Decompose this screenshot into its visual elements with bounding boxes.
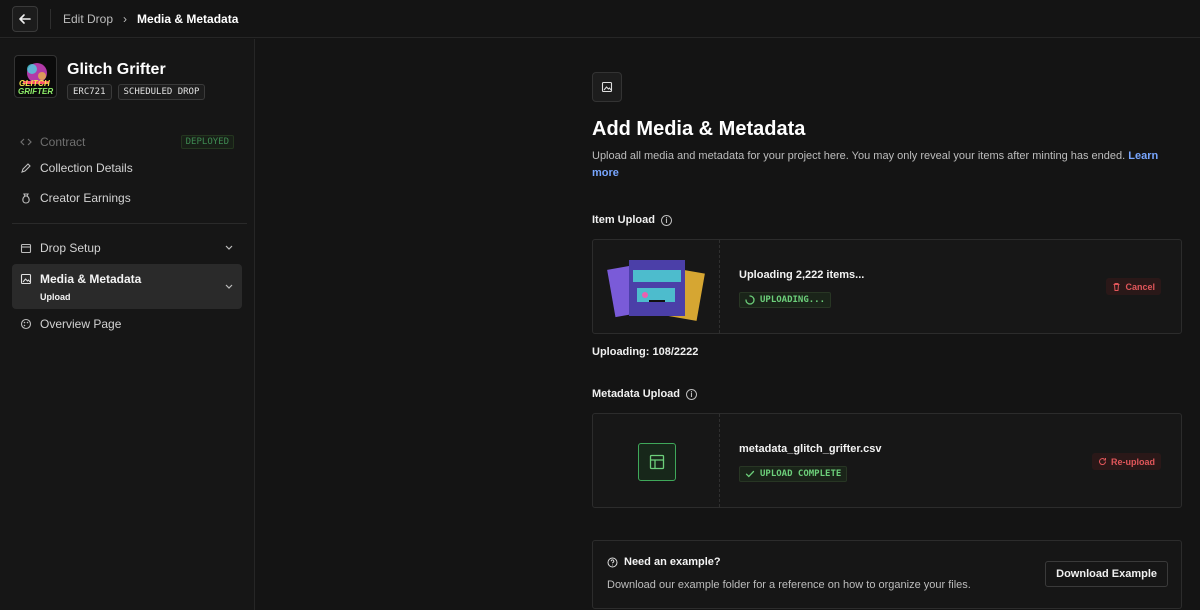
metadata-upload-label: Metadata Upload i [592, 388, 698, 400]
metadata-upload-card: metadata_glitch_grifter.csv UPLOAD COMPL… [592, 413, 1182, 508]
example-title-text: Need an example? [624, 556, 721, 568]
status-text: UPLOADING... [760, 295, 826, 305]
chevron-down-icon [224, 242, 234, 255]
cancel-label: Cancel [1125, 281, 1155, 292]
example-box: Need an example? Download our example fo… [592, 540, 1182, 609]
drop-type-tag: SCHEDULED DROP [117, 84, 206, 100]
cancel-button[interactable]: Cancel [1106, 278, 1161, 295]
reupload-button[interactable]: Re-upload [1092, 453, 1161, 470]
upload-file-label: Uploading 2,222 items... [739, 269, 865, 281]
sidebar-item-label: Drop Setup [40, 241, 101, 255]
sidebar-item-label: Creator Earnings [40, 191, 131, 205]
item-upload-card: Uploading 2,222 items... UPLOADING... Ca… [592, 239, 1182, 334]
pencil-icon [20, 162, 32, 174]
code-icon [20, 136, 32, 148]
breadcrumb-parent[interactable]: Edit Drop [63, 12, 113, 26]
example-title: Need an example? [607, 556, 721, 568]
trash-icon [1113, 283, 1120, 291]
money-bag-icon [20, 192, 32, 204]
table-icon [638, 443, 676, 481]
deployed-badge: DEPLOYED [180, 135, 234, 149]
sidebar-item-overview-page[interactable]: Overview Page [12, 310, 242, 338]
back-button[interactable] [12, 5, 38, 32]
collection-logo: GLITCH GRIFTER [14, 55, 57, 98]
main-content: Add Media & Metadata Upload all media an… [592, 72, 1182, 182]
description-text: Upload all media and metadata for your p… [592, 150, 1126, 162]
collection-header: GLITCH GRIFTER Glitch Grifter ERC721 SCH… [14, 55, 206, 100]
info-icon[interactable]: i [686, 388, 698, 400]
upload-complete-badge: UPLOAD COMPLETE [739, 466, 848, 482]
breadcrumb: Edit Drop › Media & Metadata [63, 12, 238, 26]
sidebar-item-label: Overview Page [40, 317, 122, 331]
sidebar: GLITCH GRIFTER Glitch Grifter ERC721 SCH… [0, 39, 255, 610]
sidebar-item-collection-details[interactable]: Collection Details [12, 154, 242, 182]
item-upload-label: Item Upload i [592, 214, 672, 226]
sidebar-item-contract: Contract DEPLOYED [12, 128, 242, 156]
uploading-status-badge: UPLOADING... [739, 292, 832, 308]
top-bar: Edit Drop › Media & Metadata [0, 0, 1200, 38]
help-circle-icon [607, 557, 618, 567]
page-description: Upload all media and metadata for your p… [592, 148, 1182, 182]
info-icon[interactable]: i [660, 214, 672, 226]
section-label: Metadata Upload [592, 388, 681, 400]
arrow-left-icon [19, 13, 31, 24]
breadcrumb-current: Media & Metadata [137, 11, 239, 26]
example-description: Download our example folder for a refere… [607, 579, 971, 591]
items-preview-thumbnail [593, 240, 720, 333]
sidebar-divider [12, 223, 247, 224]
logo-text-bottom: GRIFTER [18, 87, 54, 96]
palette-icon [20, 318, 32, 330]
sidebar-item-creator-earnings[interactable]: Creator Earnings [12, 184, 242, 212]
calendar-icon [20, 242, 32, 254]
check-icon [745, 470, 755, 478]
chevron-down-icon [224, 281, 234, 294]
chevron-right-icon: › [123, 11, 128, 26]
sidebar-item-label: Collection Details [40, 161, 133, 175]
sidebar-item-label: Media & Metadata [40, 272, 142, 286]
sidebar-item-label: Contract [40, 135, 86, 149]
status-text: UPLOAD COMPLETE [760, 469, 842, 479]
sidebar-item-media-metadata[interactable]: Media & Metadata Upload [12, 264, 242, 309]
image-icon [592, 72, 622, 102]
reupload-label: Re-upload [1111, 456, 1155, 467]
section-label: Item Upload [592, 214, 655, 226]
spinner-icon [745, 295, 755, 305]
refresh-icon [1099, 458, 1107, 465]
image-icon [20, 273, 32, 285]
collection-name: Glitch Grifter [67, 61, 166, 78]
upload-progress-text: Uploading: 108/2222 [592, 346, 699, 358]
page-title: Add Media & Metadata [592, 118, 806, 140]
sidebar-subitem-upload[interactable]: Upload [40, 292, 141, 302]
divider [50, 8, 51, 29]
standard-tag: ERC721 [67, 84, 112, 100]
csv-thumbnail [593, 414, 720, 507]
download-example-button[interactable]: Download Example [1045, 561, 1168, 587]
sidebar-item-drop-setup[interactable]: Drop Setup [12, 234, 242, 262]
metadata-file-name: metadata_glitch_grifter.csv [739, 443, 882, 455]
